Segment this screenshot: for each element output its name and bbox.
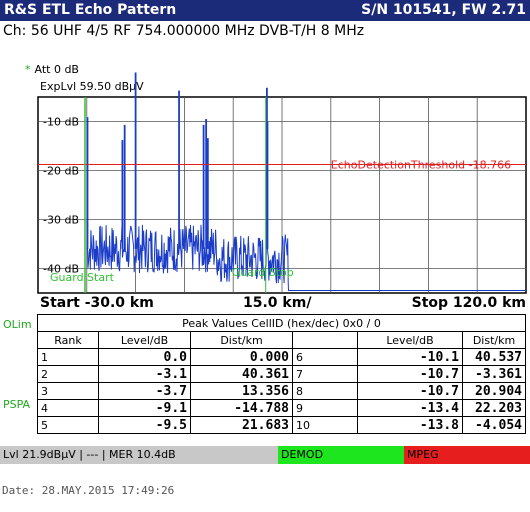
- level-cell: 0.0: [98, 348, 191, 366]
- dist-cell: 40.537: [462, 348, 526, 366]
- guard-start-label: Guard Start: [50, 271, 115, 284]
- table-row: 4 -9.1 -14.788 9 -13.4 22.203: [37, 399, 526, 417]
- x-stop: Stop 120.0 km: [411, 295, 526, 311]
- pspa-label: PSPA: [3, 398, 31, 411]
- mpeg-status: MPEG: [404, 446, 530, 464]
- x-div: 15.0 km/: [243, 295, 312, 311]
- level-cell: -3.7: [98, 382, 191, 400]
- date-stamp: Date: 28.MAY.2015 17:49:26: [2, 484, 175, 497]
- dist-cell: -14.788: [190, 399, 293, 417]
- level-status: Lvl 21.9dBµV | --- | MER 10.4dB: [0, 446, 278, 464]
- x-axis-row: Start -30.0 km 15.0 km/ Stop 120.0 km: [38, 295, 528, 313]
- y-tick-label: -10 dB: [43, 116, 79, 129]
- y-tick-label: -20 dB: [43, 165, 79, 178]
- dist-cell: 21.683: [190, 416, 293, 434]
- status-bar: Lvl 21.9dBµV | --- | MER 10.4dB DEMOD MP…: [0, 446, 530, 464]
- table-title: Peak Values CellID (hex/dec) 0x0 / 0: [37, 314, 526, 332]
- rank-cell: 4: [37, 399, 99, 417]
- col-dist: Dist/km: [190, 331, 293, 349]
- level-cell: -10.7: [357, 365, 463, 383]
- rank-cell: 8: [292, 382, 358, 400]
- table-row: 3 -3.7 13.356 8 -10.7 20.904: [37, 382, 526, 400]
- y-tick-label: -30 dB: [43, 214, 79, 227]
- guard-stop-label: Guard Stop: [232, 266, 294, 279]
- level-cell: -13.4: [357, 399, 463, 417]
- dist-cell: 22.203: [462, 399, 526, 417]
- level-cell: -9.1: [98, 399, 191, 417]
- threshold-label: EchoDetectionThreshold -18.766: [331, 158, 511, 171]
- col-rank: Rank: [37, 331, 99, 349]
- dist-cell: -4.054: [462, 416, 526, 434]
- level-cell: -3.1: [98, 365, 191, 383]
- rank-cell: 5: [37, 416, 99, 434]
- rank-cell: 2: [37, 365, 99, 383]
- rank-cell: 6: [292, 348, 358, 366]
- rank-cell: 1: [37, 348, 99, 366]
- table-header-row: Rank Level/dB Dist/km Level/dB Dist/km: [37, 331, 526, 349]
- rank-cell: 10: [292, 416, 358, 434]
- dist-cell: 13.356: [190, 382, 293, 400]
- dist-cell: 40.361: [190, 365, 293, 383]
- olim-label: OLim: [3, 318, 32, 331]
- x-start: Start -30.0 km: [40, 295, 154, 311]
- level-cell: -10.1: [357, 348, 463, 366]
- col-dist2: Dist/km: [462, 331, 526, 349]
- rank-cell: 3: [37, 382, 99, 400]
- demod-status: DEMOD: [278, 446, 404, 464]
- col-level2: Level/dB: [357, 331, 463, 349]
- echo-pattern-chart: -10 dB-20 dB-30 dB-40 dB EchoDetectionTh…: [37, 72, 527, 294]
- dist-cell: 0.000: [190, 348, 293, 366]
- table-row: 2 -3.1 40.361 7 -10.7 -3.361: [37, 365, 526, 383]
- dist-cell: -3.361: [462, 365, 526, 383]
- rank-cell: 7: [292, 365, 358, 383]
- level-cell: -9.5: [98, 416, 191, 434]
- col-level: Level/dB: [98, 331, 191, 349]
- col-rank2: [292, 331, 358, 349]
- level-cell: -13.8: [357, 416, 463, 434]
- level-cell: -10.7: [357, 382, 463, 400]
- dist-cell: 20.904: [462, 382, 526, 400]
- table-row: 1 0.0 0.000 6 -10.1 40.537: [37, 348, 526, 366]
- table-row: 5 -9.5 21.683 10 -13.8 -4.054: [37, 416, 526, 434]
- rank-cell: 9: [292, 399, 358, 417]
- peak-values-table: Peak Values CellID (hex/dec) 0x0 / 0 Ran…: [37, 314, 526, 434]
